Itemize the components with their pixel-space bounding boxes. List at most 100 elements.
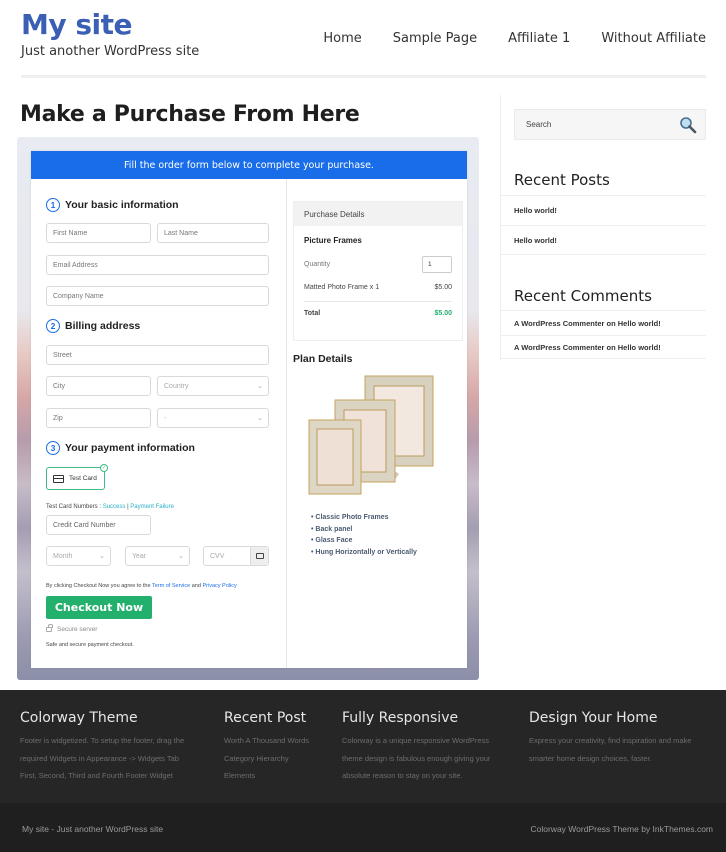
city-input[interactable]: City <box>46 376 151 396</box>
total-label: Total <box>304 310 321 317</box>
plan-feature: Glass Face <box>311 535 417 547</box>
line-item-price: $5.00 <box>434 284 452 291</box>
step-payment: 3 Your payment information <box>46 441 195 455</box>
footer-widgets: Colorway Theme Footer is widgetized. To … <box>0 690 726 803</box>
test-numbers-label: Test Card Numbers : <box>46 504 102 510</box>
step-label: Your basic information <box>65 199 179 211</box>
email-input[interactable]: Email Address <box>46 255 269 275</box>
step-billing: 2 Billing address <box>46 319 140 333</box>
footer-col-design: Design Your Home Express your creativity… <box>529 710 691 767</box>
payment-failure-link[interactable]: Payment Failure <box>130 504 174 510</box>
state-select[interactable]: - ⌄ <box>157 408 269 428</box>
country-select-value: Country <box>164 382 189 390</box>
product-name-label: Picture Frames <box>304 236 362 245</box>
footer-bottom-bar: My site - Just another WordPress site Co… <box>0 803 726 852</box>
zip-input[interactable]: Zip <box>46 408 151 428</box>
footer-col-colorway: Colorway Theme Footer is widgetized. To … <box>20 710 184 785</box>
header-divider <box>21 75 706 78</box>
recent-post-link[interactable]: Hello world! <box>500 225 706 255</box>
card-number-input[interactable]: Credit Card Number <box>46 515 151 535</box>
recent-comment-link[interactable]: A WordPress Commenter on Hello world! <box>500 310 706 335</box>
month-select[interactable]: Month ⌄ <box>46 546 111 566</box>
terms-and: and <box>191 583 201 589</box>
recent-comment-link[interactable]: A WordPress Commenter on Hello world! <box>500 335 706 359</box>
street-input[interactable]: Street <box>46 345 269 365</box>
search-input[interactable]: Search <box>514 109 706 140</box>
nav-home[interactable]: Home <box>323 31 361 46</box>
footer-col-line: Express your creativity, find inspiratio… <box>529 736 692 745</box>
first-name-input[interactable]: First Name <box>46 223 151 243</box>
privacy-policy-link[interactable]: Privacy Policy <box>202 583 236 589</box>
footer-col-line: Colorway is a unique responsive WordPres… <box>342 736 490 745</box>
theme-credit-link[interactable]: Colorway WordPress Theme by InkThemes.co… <box>531 824 714 834</box>
plan-details-title: Plan Details <box>293 353 353 365</box>
line-item-label: Matted Photo Frame x 1 <box>304 284 380 291</box>
company-input[interactable]: Company Name <box>46 286 269 306</box>
form-left-column: 1 Your basic information First Name Last… <box>31 179 286 668</box>
recent-posts-title: Recent Posts <box>514 171 610 189</box>
test-card-label: Test Card <box>69 475 97 482</box>
terms-of-service-link[interactable]: Term of Service <box>152 583 190 589</box>
test-card-option[interactable]: Test Card ✓ <box>46 464 108 490</box>
checkout-now-button[interactable]: Checkout Now <box>46 596 152 619</box>
form-right-column: Purchase Details Picture Frames Quantity… <box>286 179 467 668</box>
last-name-input[interactable]: Last Name <box>157 223 269 243</box>
footer-col-line: absolute reason to stay on your site. <box>342 771 463 780</box>
chevron-down-icon: ⌄ <box>99 553 105 560</box>
terms-text: By clicking Checkout Now you agree to th… <box>46 583 237 589</box>
nav-sample-page[interactable]: Sample Page <box>393 31 477 46</box>
check-icon: ✓ <box>100 464 108 472</box>
recent-post-link[interactable]: Hello world! <box>500 195 706 225</box>
product-name: Picture Frames <box>304 236 452 245</box>
success-link[interactable]: Success <box>103 504 126 510</box>
footer-col-line: theme design is fabulous enough giving y… <box>342 753 491 763</box>
footer-col-title: Colorway Theme <box>20 710 138 726</box>
purchase-details: Purchase Details Picture Frames Quantity… <box>293 201 463 341</box>
total-value: $5.00 <box>434 310 452 317</box>
main-nav: Home Sample Page Affiliate 1 Without Aff… <box>292 31 706 46</box>
year-select[interactable]: Year ⌄ <box>125 546 190 566</box>
chevron-down-icon: ⌄ <box>257 383 263 390</box>
country-select[interactable]: Country ⌄ <box>157 376 269 396</box>
step-basic-info: 1 Your basic information <box>46 198 179 212</box>
quantity-row: Quantity 1 <box>304 256 452 273</box>
footer-col-responsive: Fully Responsive Colorway is a unique re… <box>342 710 490 785</box>
quantity-input[interactable]: 1 <box>422 256 452 273</box>
separator: | <box>127 504 129 510</box>
step-label: Your payment information <box>65 442 195 454</box>
footer-col-title: Design Your Home <box>529 710 658 726</box>
order-form: Fill the order form below to complete yo… <box>31 151 467 668</box>
test-card-numbers: Test Card Numbers : Success | Payment Fa… <box>46 504 174 510</box>
footer-post-link[interactable]: Category Hierarchy <box>224 750 309 768</box>
site-header: My site Just another WordPress site Home… <box>0 0 726 80</box>
safe-checkout-text: Safe and secure payment checkout. <box>46 642 134 648</box>
plan-features-list: Classic Photo Frames Back panel Glass Fa… <box>311 512 417 558</box>
footer-post-link[interactable]: Elements <box>224 767 309 785</box>
nav-affiliate-1[interactable]: Affiliate 1 <box>508 31 570 46</box>
step-number: 3 <box>46 441 60 455</box>
site-title[interactable]: My site <box>21 8 133 41</box>
divider <box>304 301 452 302</box>
nav-without-affiliate[interactable]: Without Affiliate <box>601 31 706 46</box>
step-number: 1 <box>46 198 60 212</box>
footer-col-line: required Widgets in Appearance -> Widget… <box>20 753 179 763</box>
plan-feature: Classic Photo Frames <box>311 512 417 524</box>
recent-comments-title: Recent Comments <box>514 287 652 305</box>
chevron-down-icon: ⌄ <box>257 415 263 422</box>
plan-feature: Back panel <box>311 524 417 536</box>
quantity-label: Quantity <box>304 261 331 268</box>
secure-server-label: Secure server <box>57 626 98 633</box>
cvv-card-icon <box>250 547 268 565</box>
search-icon[interactable] <box>679 116 697 134</box>
step-label: Billing address <box>65 320 141 332</box>
year-select-value: Year <box>132 552 147 560</box>
plan-feature: Hung Horizontally or Vertically <box>311 547 417 559</box>
cvv-input[interactable]: CVV <box>203 546 269 566</box>
chevron-down-icon: ⌄ <box>178 553 184 560</box>
footer-col-recent-post: Recent Post Worth A Thousand Words Categ… <box>224 710 309 785</box>
form-banner: Fill the order form below to complete yo… <box>31 151 467 179</box>
footer-post-link[interactable]: Worth A Thousand Words <box>224 732 309 750</box>
terms-prefix: By clicking Checkout Now you agree to th… <box>46 583 151 589</box>
purchase-details-title: Purchase Details <box>294 202 462 226</box>
search-placeholder: Search <box>526 120 552 129</box>
